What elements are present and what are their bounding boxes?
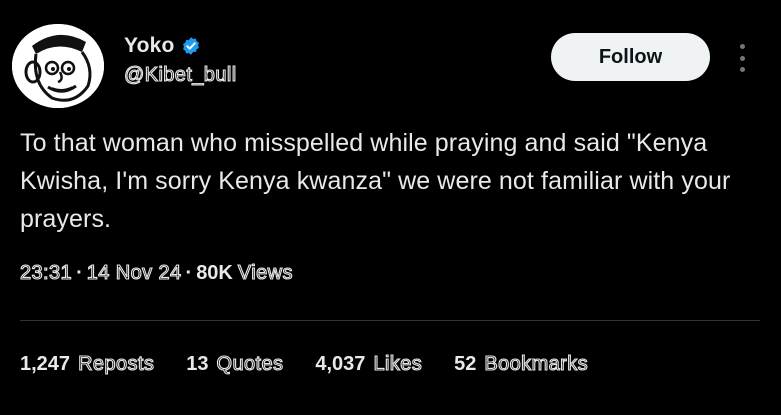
stat-label: Reposts (78, 352, 155, 375)
stat-label: Quotes (216, 352, 284, 375)
author-name-row[interactable]: Yoko (124, 34, 201, 58)
follow-button[interactable]: Follow (551, 33, 710, 81)
more-dot (739, 67, 745, 72)
likes-stat[interactable]: 4,037 Likes (315, 352, 423, 376)
more-dot (739, 44, 745, 49)
meta-separator: · (185, 262, 193, 284)
engagement-stats: 1,247 Reposts 13 Quotes 4,037 Likes 52 B… (20, 352, 589, 376)
bookmarks-stat[interactable]: 52 Bookmarks (454, 352, 589, 376)
tweet-time[interactable]: 23:31 (19, 261, 72, 285)
stat-count: 1,247 (20, 353, 71, 375)
stat-count: 52 (454, 353, 477, 375)
tweet-text: To that woman who misspelled while prayi… (20, 129, 731, 233)
author-display-name[interactable]: Yoko (124, 34, 175, 58)
views-label: Views (237, 261, 293, 284)
tweet-date[interactable]: 14 Nov 24 (86, 261, 181, 285)
reposts-stat[interactable]: 1,247 Reposts (20, 352, 155, 376)
meta-separator: · (76, 262, 83, 284)
avatar[interactable] (12, 24, 104, 108)
views-count: 80K (196, 262, 233, 284)
more-options-icon[interactable] (735, 44, 749, 72)
divider (20, 320, 760, 321)
quotes-stat[interactable]: 13 Quotes (186, 352, 284, 376)
verified-badge-icon (182, 37, 199, 55)
stat-count: 4,037 (315, 353, 366, 375)
more-dot (739, 55, 745, 61)
stat-label: Likes (373, 352, 423, 375)
stat-count: 13 (186, 353, 209, 375)
author-handle[interactable]: @Kibet_bull (123, 63, 236, 87)
cartoon-face-avatar-icon (12, 24, 104, 108)
stat-label: Bookmarks (484, 352, 589, 375)
tweet-meta: 23:31 · 14 Nov 24 · 80K Views (19, 261, 293, 285)
tweet-card: Yoko @Kibet_bull Follow To that woman wh… (0, 0, 781, 415)
